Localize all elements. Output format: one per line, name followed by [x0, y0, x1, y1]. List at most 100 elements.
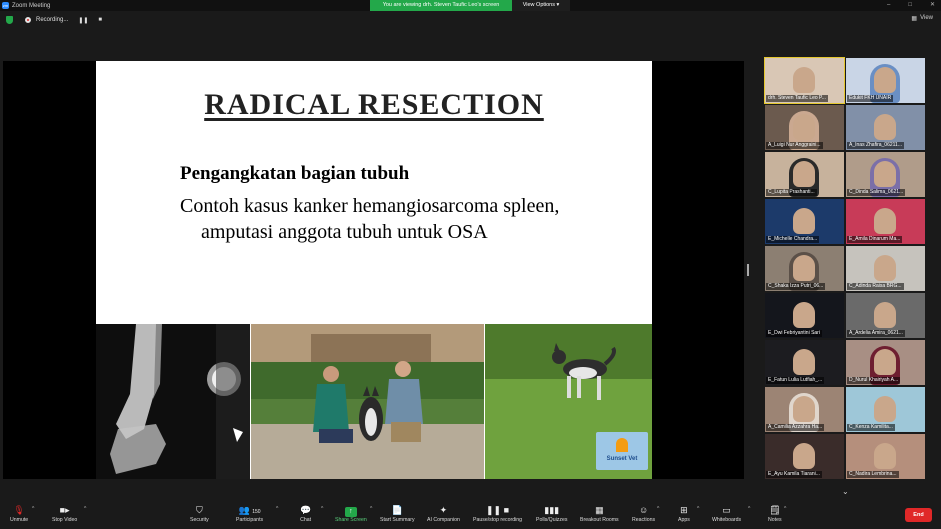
participant-tile[interactable]: A_Inas Zhafira_06211... [846, 105, 925, 150]
start-summary-button[interactable]: 📄 Start Summary [380, 504, 415, 524]
participant-video [874, 161, 896, 187]
stop-recording-icon[interactable]: ■ [98, 17, 102, 23]
participant-video [874, 208, 896, 234]
participant-name: drh. Steven Taufic Leo P... [766, 95, 828, 102]
participant-tile[interactable]: E_Ayu Kamila Tiarani... [765, 434, 844, 479]
participant-tile[interactable]: C_Adinda Raisa BRG... [846, 246, 925, 291]
ai-companion-button[interactable]: ✦ AI Companion [427, 504, 460, 524]
notes-icon: 🗒 [769, 505, 781, 515]
security-button[interactable]: ⛉ Security [190, 504, 209, 524]
polls-button[interactable]: ▮▮▮ Polls/Quizzes [536, 504, 567, 524]
participant-tile[interactable]: A_Ardelia Amira_0621... [846, 293, 925, 338]
whiteboards-options-chevron-icon[interactable]: ^ [748, 506, 750, 512]
participant-video [793, 67, 815, 93]
participant-tile[interactable]: A_Camilia Azzahra Ha... [765, 387, 844, 432]
pause-stop-icon: ❚❚ ■ [486, 505, 510, 515]
participant-tile[interactable]: E_Amila Dinarum Ma... [846, 199, 925, 244]
xray-image [96, 324, 250, 479]
participant-tile[interactable]: E_Fatun Lulia Lutfiah_... [765, 340, 844, 385]
participant-tile[interactable]: drh. Steven Taufic Leo P... [764, 57, 845, 104]
participant-tile[interactable]: Edukit FKH UNAIR [846, 58, 925, 103]
apps-options-chevron-icon[interactable]: ^ [697, 506, 699, 512]
close-icon[interactable]: ✕ [930, 0, 935, 11]
participant-video [793, 443, 815, 469]
panel-resize-handle[interactable] [747, 264, 749, 276]
chat-button[interactable]: 💬 Chat [300, 504, 311, 524]
participant-name: E_Amila Dinarum Ma... [847, 236, 903, 243]
audio-options-chevron-icon[interactable]: ^ [32, 506, 34, 512]
breakout-rooms-button[interactable]: ▦ Breakout Rooms [580, 504, 619, 524]
video-options-chevron-icon[interactable]: ^ [84, 506, 86, 512]
participants-button[interactable]: 👥 150 Participants [236, 504, 263, 524]
notes-button[interactable]: 🗒 Notes [768, 504, 782, 524]
participant-name: D_Nurul Khairiyah A... [847, 377, 901, 384]
participant-name: A_Luigi Nur Anggraini... [766, 142, 823, 149]
zoom-logo-icon: zm [2, 2, 9, 9]
owners-with-dog-photo [251, 324, 484, 479]
apps-button[interactable]: ⊞ Apps [678, 504, 690, 524]
breakout-rooms-label: Breakout Rooms [580, 517, 619, 523]
participant-tile[interactable]: E_Dwi Febriyantini Sari [765, 293, 844, 338]
share-options-chevron-icon[interactable]: ^ [370, 506, 372, 512]
participant-name: C_Kenza Kamilita... [847, 424, 895, 431]
participant-tile[interactable]: C_Kenza Kamilita... [846, 387, 925, 432]
participant-tile[interactable]: D_Nurul Khairiyah A... [846, 340, 925, 385]
recording-icon [25, 17, 31, 23]
view-options-button[interactable]: View Options ▾ [512, 0, 570, 11]
participant-tile[interactable]: C_Shaka Izza Putri_06... [765, 246, 844, 291]
apps-label: Apps [678, 517, 690, 523]
notes-options-chevron-icon[interactable]: ^ [784, 506, 786, 512]
participant-tile[interactable]: A_Luigi Nur Anggraini... [765, 105, 844, 150]
participant-video [874, 67, 896, 93]
maximize-icon[interactable]: □ [908, 0, 912, 11]
grid-view-icon: ▦ [911, 16, 918, 22]
participant-name: C_Nadira Lembrina... [847, 471, 899, 478]
participant-tile[interactable]: C_Nadira Lembrina... [846, 434, 925, 479]
participant-video [874, 349, 896, 375]
minimize-icon[interactable]: – [887, 0, 890, 11]
participant-video [793, 396, 815, 422]
participant-name: C_Adinda Raisa BRG... [847, 283, 904, 290]
stop-video-button[interactable]: ■▸ Stop Video [52, 504, 77, 524]
shared-screen: RADICAL RESECTION Pengangkatan bagian tu… [3, 61, 744, 479]
meeting-toolbar: 🎙 Unmute ^ ■▸ Stop Video ^ ⛉ Security 👥 … [0, 502, 941, 529]
video-camera-icon: ■▸ [59, 505, 70, 515]
whiteboards-label: Whiteboards [712, 517, 742, 523]
notes-label: Notes [768, 517, 782, 523]
participant-video [793, 208, 815, 234]
participant-name: Edukit FKH UNAIR [847, 95, 894, 102]
participants-options-chevron-icon[interactable]: ^ [276, 506, 278, 512]
view-button[interactable]: ▦ View [911, 15, 933, 22]
security-label: Security [190, 517, 209, 523]
participant-name: A_Inas Zhafira_06211... [847, 142, 904, 149]
dog-photo: Sunset Vet [485, 324, 652, 479]
unmute-label: Unmute [10, 517, 29, 523]
pause-stop-recording-button[interactable]: ❚❚ ■ Pause/stop recording [473, 504, 522, 524]
participant-tile[interactable]: C_Dinda Salima_0621... [846, 152, 925, 197]
participant-count: 150 [252, 509, 261, 515]
slide-text-line: Contoh kasus kanker hemangiosarcoma sple… [180, 195, 560, 217]
chat-options-chevron-icon[interactable]: ^ [321, 506, 323, 512]
window-title: Zoom Meeting [12, 2, 51, 9]
share-screen-button[interactable]: ↑ Share Screen [335, 504, 367, 524]
shield-icon[interactable] [6, 16, 13, 24]
participant-video [874, 255, 896, 281]
participant-name: E_Ayu Kamila Tiarani... [766, 471, 822, 478]
participants-label: Participants [236, 517, 264, 523]
unmute-button[interactable]: 🎙 Unmute [10, 504, 28, 524]
slide-text-line: amputasi anggota tubuh untuk OSA [201, 221, 488, 243]
end-meeting-button[interactable]: End [905, 508, 932, 522]
pause-stop-recording-label: Pause/stop recording [473, 517, 523, 523]
gallery-next-page-icon[interactable]: ⌄ [842, 487, 849, 496]
pause-recording-icon[interactable]: ❚❚ [78, 17, 88, 24]
reactions-options-chevron-icon[interactable]: ^ [657, 506, 659, 512]
participant-video [874, 302, 896, 328]
reactions-button[interactable]: ☺ Reactions [632, 504, 655, 524]
participant-name: E_Fatun Lulia Lutfiah_... [766, 377, 825, 384]
participant-tile[interactable]: C_Lupita Prashanti... [765, 152, 844, 197]
chat-bubble-icon: 💬 [300, 505, 312, 515]
participant-tile[interactable]: E_Michelle Chandra... [765, 199, 844, 244]
whiteboards-button[interactable]: ▭ Whiteboards [712, 504, 741, 524]
stop-video-label: Stop Video [52, 517, 78, 523]
slide-subtitle: Pengangkatan bagian tubuh [180, 163, 410, 184]
